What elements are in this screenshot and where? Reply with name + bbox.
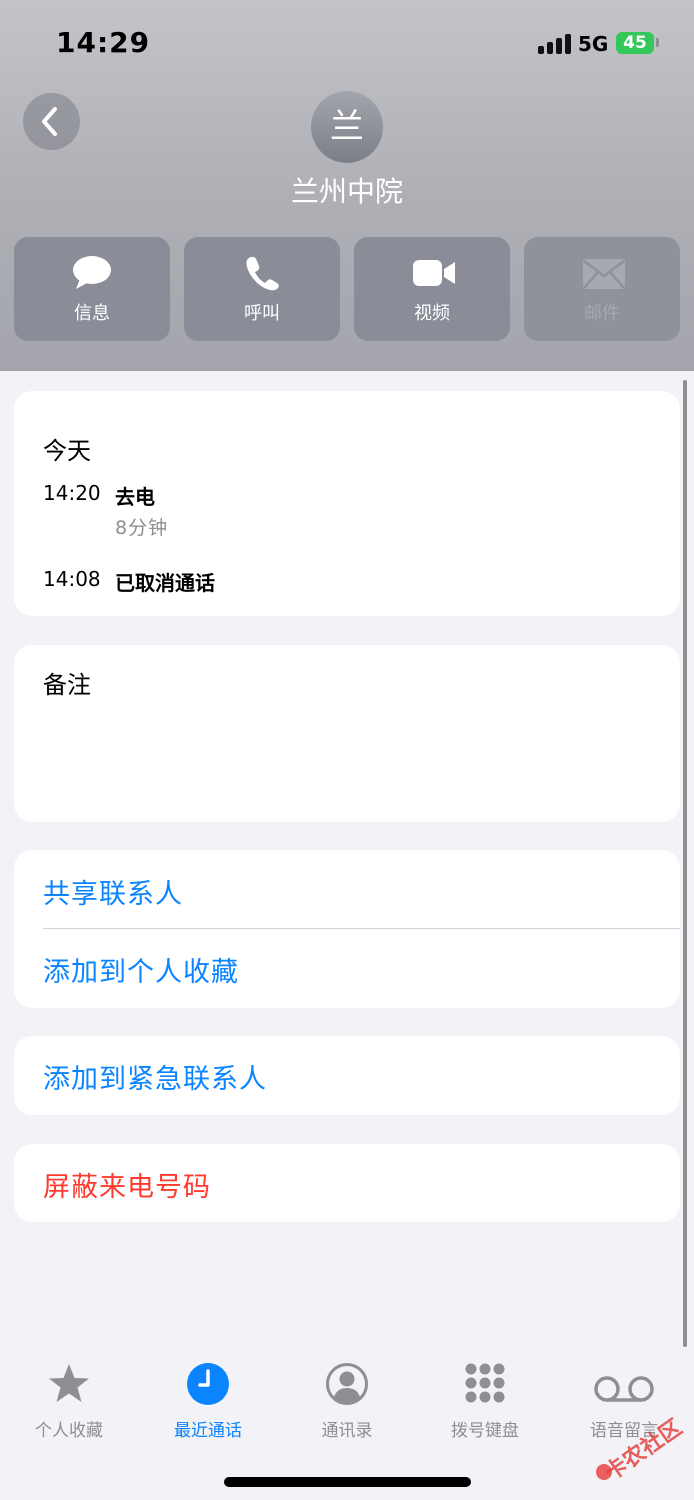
voicemail-icon [594, 1376, 654, 1402]
tab-recents[interactable]: 最近通话 [139, 1358, 277, 1448]
add-emergency-contact-button[interactable]: 添加到紧急联系人 [43, 1057, 267, 1096]
history-date: 今天 [43, 437, 91, 465]
share-contact-button[interactable]: 共享联系人 [43, 872, 183, 911]
phone-icon [246, 256, 279, 291]
chevron-left-icon [42, 107, 57, 136]
mail-icon [583, 259, 625, 289]
tab-label: 拨号键盘 [451, 1421, 519, 1441]
network-label: 5G [578, 32, 609, 56]
svg-text:卡农社区: 卡农社区 [600, 1414, 687, 1486]
battery-cap [656, 38, 659, 47]
home-indicator [224, 1477, 471, 1487]
history-type: 去电 [115, 485, 155, 509]
notes-card[interactable]: 备注 [14, 645, 680, 822]
block-card: 屏蔽来电号码 [14, 1144, 680, 1222]
video-icon [413, 260, 455, 286]
block-caller-button[interactable]: 屏蔽来电号码 [43, 1165, 211, 1204]
call-label: 呼叫 [244, 303, 280, 324]
history-type: 已取消通话 [115, 571, 215, 595]
call-history-card: 今天 14:20 去电 8分钟 14:08 已取消通话 [14, 391, 680, 616]
signal-icon [538, 34, 571, 54]
contact-header: 14:29 5G 45 兰 兰州中院 信息 呼叫 视频 邮件 [0, 0, 694, 371]
avatar: 兰 [311, 91, 383, 163]
clock-icon [187, 1363, 229, 1405]
history-duration: 8分钟 [115, 517, 169, 539]
message-button[interactable]: 信息 [14, 237, 170, 341]
tab-label: 最近通话 [174, 1421, 242, 1441]
tab-contacts[interactable]: 通讯录 [278, 1358, 416, 1448]
battery-icon: 45 [616, 32, 654, 54]
tab-label: 通讯录 [321, 1421, 373, 1441]
mail-button[interactable]: 邮件 [524, 237, 680, 341]
message-icon [73, 256, 111, 289]
tab-favorites[interactable]: 个人收藏 [0, 1358, 138, 1448]
back-button[interactable] [23, 93, 80, 150]
notes-title: 备注 [43, 671, 91, 699]
contact-icon [326, 1363, 368, 1405]
scrollbar[interactable] [683, 380, 687, 1347]
keypad-icon [465, 1363, 505, 1403]
share-options-card: 共享联系人 添加到个人收藏 [14, 850, 680, 1008]
call-button[interactable]: 呼叫 [184, 237, 340, 341]
history-time: 14:08 [43, 567, 101, 591]
message-label: 信息 [74, 303, 110, 324]
contact-name: 兰州中院 [290, 175, 403, 208]
history-time: 14:20 [43, 481, 101, 505]
video-button[interactable]: 视频 [354, 237, 510, 341]
video-label: 视频 [414, 303, 450, 324]
add-favorites-button[interactable]: 添加到个人收藏 [43, 950, 239, 989]
watermark-logo: 卡农社区 [596, 1414, 687, 1486]
tab-keypad[interactable]: 拨号键盘 [416, 1358, 554, 1448]
mail-label: 邮件 [584, 303, 620, 324]
emergency-card: 添加到紧急联系人 [14, 1036, 680, 1115]
divider [43, 928, 680, 929]
tab-label: 个人收藏 [35, 1421, 103, 1441]
status-time: 14:29 [56, 26, 151, 59]
star-icon [49, 1364, 89, 1402]
